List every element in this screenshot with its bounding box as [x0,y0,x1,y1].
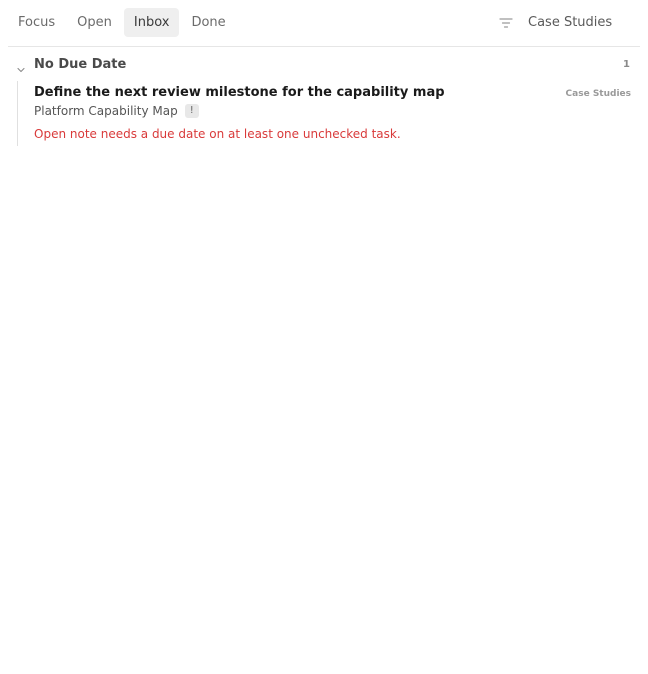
task-meta: Platform Capability Map ! [34,104,199,118]
tab-inbox[interactable]: Inbox [123,8,180,37]
task-item[interactable]: Define the next review milestone for the… [17,81,631,146]
group-count: 1 [623,59,630,70]
task-tag: Case Studies [565,89,631,99]
filter-label[interactable]: Case Studies [528,15,640,30]
tab-focus[interactable]: Focus [8,8,65,37]
task-title: Define the next review milestone for the… [34,85,445,100]
tab-done[interactable]: Done [181,8,235,37]
priority-badge: ! [184,104,199,118]
tab-open[interactable]: Open [67,8,122,37]
top-bar: Focus Open Inbox Done Case Studies [8,0,640,47]
filter-icon[interactable] [498,15,514,31]
task-group-no-due-date: No Due Date 1 Define the next review mil… [8,50,640,146]
filter-area: Case Studies [498,8,640,37]
chevron-down-icon[interactable] [16,60,26,73]
task-project: Platform Capability Map [34,104,178,118]
group-title: No Due Date [34,57,127,72]
view-tabs: Focus Open Inbox Done [8,8,238,37]
task-warning: Open note needs a due date on at least o… [34,127,401,141]
group-header[interactable]: No Due Date 1 [8,50,640,78]
